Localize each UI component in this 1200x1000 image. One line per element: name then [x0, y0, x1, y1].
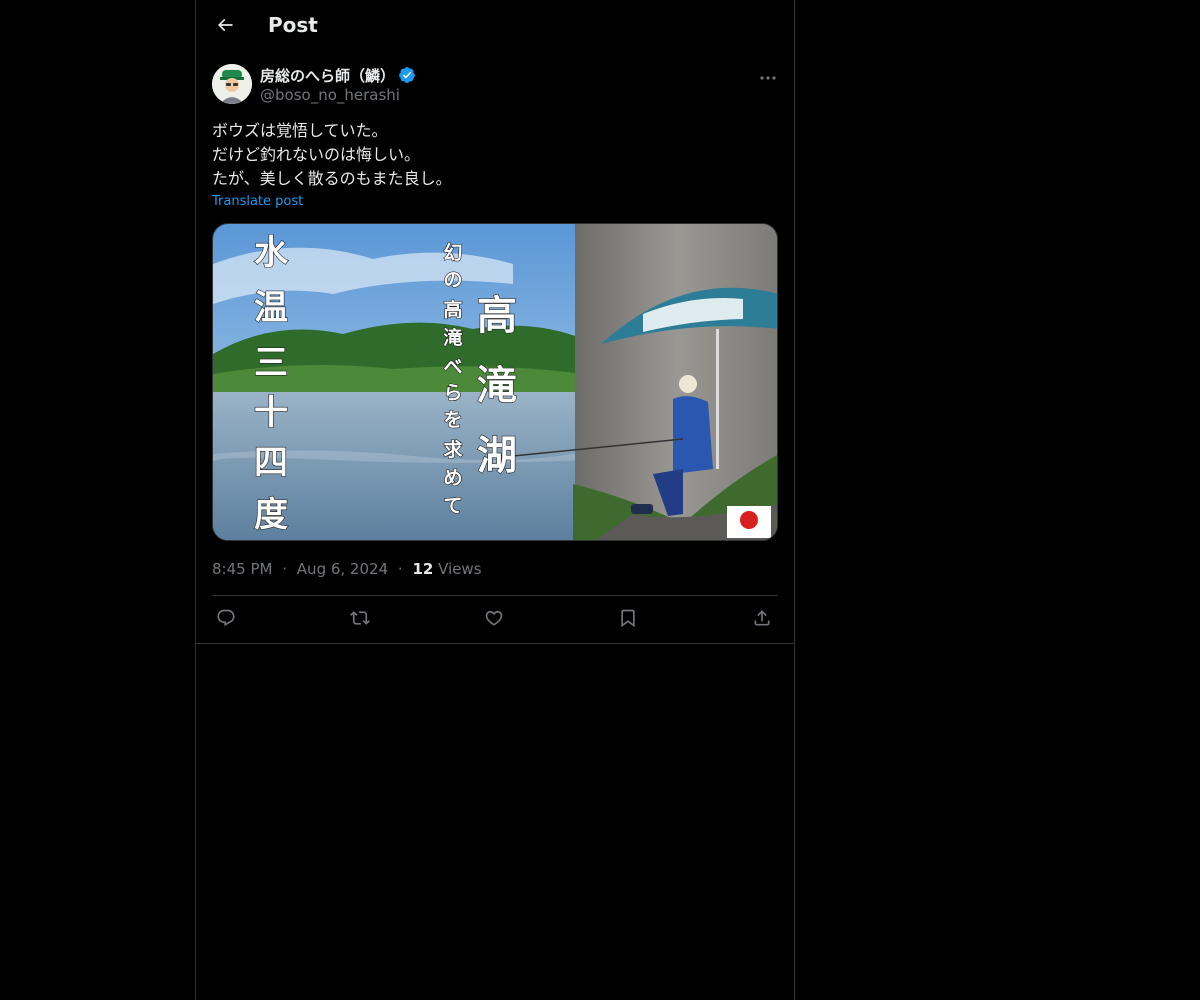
repost-button[interactable]	[346, 606, 374, 634]
top-bar: Post	[196, 0, 794, 53]
share-icon	[752, 608, 772, 632]
post-date[interactable]: Aug 6, 2024	[297, 560, 388, 578]
divider	[212, 595, 778, 596]
media-overlay-char: の	[443, 269, 462, 291]
media-overlay-char: 四	[254, 443, 288, 483]
post-time[interactable]: 8:45 PM	[212, 560, 272, 578]
views-count: 12	[412, 560, 434, 578]
post-text-line: たが、美しく散るのもまた良し。	[212, 169, 452, 188]
media-overlay-char: べ	[443, 356, 462, 378]
media-overlay-char: ら	[443, 382, 462, 404]
media-overlay-char: 滝	[477, 363, 517, 409]
bookmark-icon	[618, 608, 638, 632]
media-overlay-char: 幻	[443, 241, 462, 264]
back-button[interactable]	[208, 10, 242, 44]
media-overlay-char: 高	[443, 298, 462, 321]
more-button[interactable]	[756, 66, 780, 84]
reply-button[interactable]	[212, 606, 240, 634]
media-overlay-char: め	[443, 467, 462, 489]
more-horizontal-icon	[759, 66, 777, 85]
bookmark-button[interactable]	[614, 606, 642, 634]
post-text: ボウズは覚悟していた。 だけど釣れないのは悔しい。 たが、美しく散るのもまた良し…	[212, 119, 772, 191]
translate-post-link[interactable]: Translate post	[212, 194, 303, 209]
verified-badge-icon	[398, 66, 416, 84]
media-overlay-char: 求	[443, 438, 463, 461]
separator-dot: ·	[397, 560, 403, 578]
arrow-left-icon	[215, 15, 235, 39]
share-button[interactable]	[748, 606, 776, 634]
avatar[interactable]	[212, 64, 252, 104]
like-button[interactable]	[480, 606, 508, 634]
media-overlay-char: 湖	[477, 433, 517, 479]
page-title: Post	[268, 13, 318, 37]
post-meta: 8:45 PM · Aug 6, 2024 · 12 Views	[212, 560, 482, 578]
repost-icon	[350, 608, 370, 632]
media-overlay-char: を	[443, 409, 462, 431]
reply-icon	[216, 608, 236, 632]
divider	[196, 643, 794, 644]
post-media-image[interactable]: 水 温 三 十 四 度 幻 の 高 滝 べ ら を 求 め て 高 滝 湖	[212, 223, 778, 541]
media-overlay-char: 三	[254, 343, 288, 383]
post-text-line: だけど釣れないのは悔しい。	[212, 145, 421, 164]
action-bar	[212, 606, 778, 634]
author-display-name[interactable]: 房総のへら師（鱗）	[260, 65, 395, 86]
media-overlay-char: 度	[254, 495, 288, 535]
views-label: Views	[438, 560, 482, 578]
media-overlay-char: 水	[254, 233, 289, 273]
heart-icon	[484, 608, 504, 632]
post-text-line: ボウズは覚悟していた。	[212, 121, 388, 140]
media-overlay-char: て	[443, 495, 462, 517]
media-overlay-char: 十	[254, 393, 288, 433]
author-handle[interactable]: @boso_no_herashi	[260, 86, 400, 104]
separator-dot: ·	[282, 560, 288, 578]
media-overlay-char: 滝	[443, 326, 462, 349]
main-column: Post 房総のへら師（鱗） @boso_no_herashi ボウズは覚悟して…	[195, 0, 795, 1000]
media-overlay-char: 温	[254, 288, 288, 328]
media-overlay-char: 高	[477, 293, 517, 339]
